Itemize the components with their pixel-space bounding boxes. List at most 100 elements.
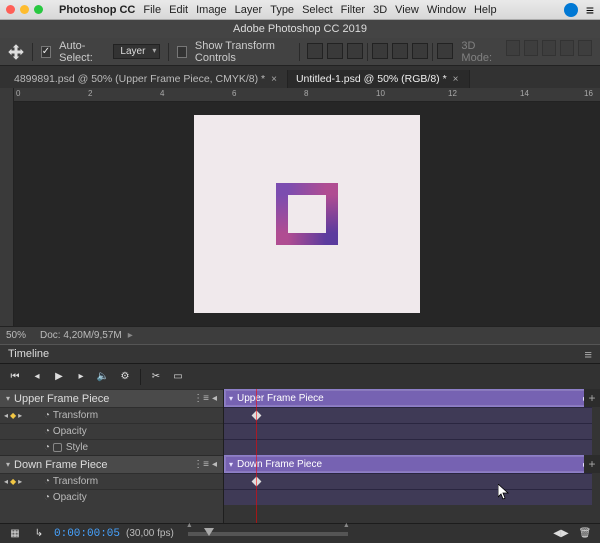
ruler-mark: 6 — [232, 89, 236, 98]
minimize-window-icon[interactable] — [20, 5, 29, 14]
layer-options-icon[interactable]: ⋮≡ — [193, 393, 209, 404]
align-right-icon[interactable] — [412, 43, 428, 59]
menu-type[interactable]: Type — [270, 4, 294, 16]
zoom-window-icon[interactable] — [34, 5, 43, 14]
stopwatch-icon[interactable] — [44, 442, 50, 453]
audio-mute-button[interactable]: 🔈 — [94, 368, 112, 386]
prev-keyframe-icon[interactable]: ◂ — [4, 477, 8, 486]
menu-3d[interactable]: 3D — [373, 4, 387, 16]
layer-options-icon[interactable]: ⋮≡ — [193, 459, 209, 470]
menu-window[interactable]: Window — [427, 4, 466, 16]
split-clip-button[interactable]: ✂ — [147, 368, 165, 386]
layer-property-row[interactable]: Opacity — [0, 423, 223, 439]
timeline-panel-tab[interactable]: Timeline — [0, 344, 600, 363]
panel-title: Timeline — [8, 348, 49, 360]
prev-keyframe-icon[interactable]: ◂ — [4, 411, 8, 420]
ruler-mark: 8 — [304, 89, 308, 98]
app-name[interactable]: Photoshop CC — [59, 4, 135, 16]
next-frame-button[interactable]: ▸ — [72, 368, 90, 386]
panel-menu-icon[interactable] — [584, 347, 592, 362]
timeline-settings-button[interactable]: ⚙ — [116, 368, 134, 386]
layer-collapse-icon[interactable]: ◂ — [212, 459, 217, 470]
document-tab[interactable]: Untitled-1.psd @ 50% (RGB/8) * × — [288, 70, 470, 88]
align-bottom-icon[interactable] — [347, 43, 363, 59]
show-transform-label: Show Transform Controls — [195, 40, 291, 64]
stopwatch-icon[interactable] — [44, 410, 50, 421]
add-track-button[interactable]: + — [584, 389, 600, 407]
next-keyframe-icon[interactable]: ▸ — [18, 477, 22, 486]
horizontal-ruler[interactable]: 0 2 4 6 8 10 12 14 16 — [14, 88, 600, 102]
timeline-layer-header[interactable]: Down Frame Piece ⋮≡◂ — [0, 455, 223, 473]
zoom-thumb-icon[interactable] — [204, 528, 214, 536]
align-vcenter-icon[interactable] — [327, 43, 343, 59]
menu-help[interactable]: Help — [474, 4, 497, 16]
macos-menubar: Photoshop CC File Edit Image Layer Type … — [0, 0, 600, 20]
timeline-clip[interactable]: Down Frame Piece — [224, 455, 592, 473]
property-track[interactable] — [224, 473, 592, 489]
layer-property-row[interactable]: ◂◆▸ Transform — [0, 407, 223, 423]
keyframe-diamond-icon[interactable]: ◆ — [10, 477, 16, 486]
close-window-icon[interactable] — [6, 5, 15, 14]
system-menu-icon[interactable] — [586, 2, 594, 18]
timecode[interactable]: 0:00:00:05 — [54, 528, 120, 540]
scroll-handle-icon[interactable]: ◀▶ — [552, 525, 570, 543]
menu-filter[interactable]: Filter — [341, 4, 365, 16]
clip-label: Down Frame Piece — [237, 459, 322, 470]
vertical-ruler[interactable] — [0, 88, 14, 326]
menu-view[interactable]: View — [395, 4, 419, 16]
stopwatch-icon[interactable] — [44, 426, 50, 437]
property-track[interactable] — [224, 407, 592, 423]
playhead-line[interactable] — [256, 389, 257, 523]
distribute-icon[interactable] — [437, 43, 453, 59]
go-to-first-frame-button[interactable]: ⏮ — [6, 368, 24, 386]
menu-layer[interactable]: Layer — [235, 4, 263, 16]
next-keyframe-icon[interactable]: ▸ — [18, 411, 22, 420]
property-track[interactable] — [224, 423, 592, 439]
timeline-zoom-slider[interactable] — [188, 532, 348, 536]
auto-select-checkbox[interactable] — [41, 46, 51, 58]
align-left-icon[interactable] — [372, 43, 388, 59]
auto-select-dropdown[interactable]: Layer — [113, 44, 160, 59]
system-tray-icon[interactable] — [564, 3, 578, 17]
window-traffic-lights[interactable] — [6, 5, 43, 14]
convert-frames-button[interactable]: ▦ — [6, 525, 24, 543]
tab-close-icon[interactable]: × — [453, 74, 459, 85]
trash-icon[interactable]: 🗑 — [576, 525, 594, 543]
play-button[interactable]: ▶ — [50, 368, 68, 386]
tab-close-icon[interactable]: × — [271, 74, 277, 85]
ruler-mark: 16 — [584, 89, 593, 98]
layer-collapse-icon[interactable]: ◂ — [212, 393, 217, 404]
prev-frame-button[interactable]: ◂ — [28, 368, 46, 386]
timeline-clip[interactable]: Upper Frame Piece — [224, 389, 592, 407]
doc-info[interactable]: Doc: 4,20M/9,57M — [40, 330, 133, 341]
menu-select[interactable]: Select — [302, 4, 333, 16]
document-tab[interactable]: 4899891.psd @ 50% (Upper Frame Piece, CM… — [6, 70, 288, 88]
clip-label: Upper Frame Piece — [237, 393, 324, 404]
render-button[interactable]: ↳ — [30, 525, 48, 543]
window-title: Adobe Photoshop CC 2019 — [0, 20, 600, 38]
layer-property-row[interactable]: ◂◆▸ Transform — [0, 473, 223, 489]
menu-edit[interactable]: Edit — [169, 4, 188, 16]
stopwatch-icon[interactable] — [44, 476, 50, 487]
timeline-layer-header[interactable]: Upper Frame Piece ⋮≡◂ — [0, 389, 223, 407]
layer-property-row[interactable]: Style — [0, 439, 223, 455]
transition-button[interactable]: ▭ — [169, 368, 187, 386]
add-track-button[interactable]: + — [584, 455, 600, 473]
zoom-level[interactable]: 50% — [6, 330, 26, 341]
menu-image[interactable]: Image — [196, 4, 227, 16]
property-track[interactable] — [224, 489, 592, 505]
menu-file[interactable]: File — [143, 4, 161, 16]
stopwatch-icon[interactable] — [44, 492, 50, 503]
align-hcenter-icon[interactable] — [392, 43, 408, 59]
property-track[interactable] — [224, 439, 592, 455]
frame-artwork — [276, 183, 338, 245]
move-tool-icon[interactable] — [8, 44, 24, 60]
timeline-tracks[interactable]: 10f 15f 20f 25f Upper Frame Piece + Down… — [224, 389, 600, 523]
show-transform-checkbox[interactable] — [177, 46, 187, 58]
align-top-icon[interactable] — [307, 43, 323, 59]
layer-property-row[interactable]: Opacity — [0, 489, 223, 505]
3d-zoom-icon — [578, 40, 592, 56]
canvas-viewport[interactable] — [14, 102, 600, 326]
keyframe-diamond-icon[interactable]: ◆ — [10, 411, 16, 420]
document-canvas[interactable] — [194, 115, 420, 313]
